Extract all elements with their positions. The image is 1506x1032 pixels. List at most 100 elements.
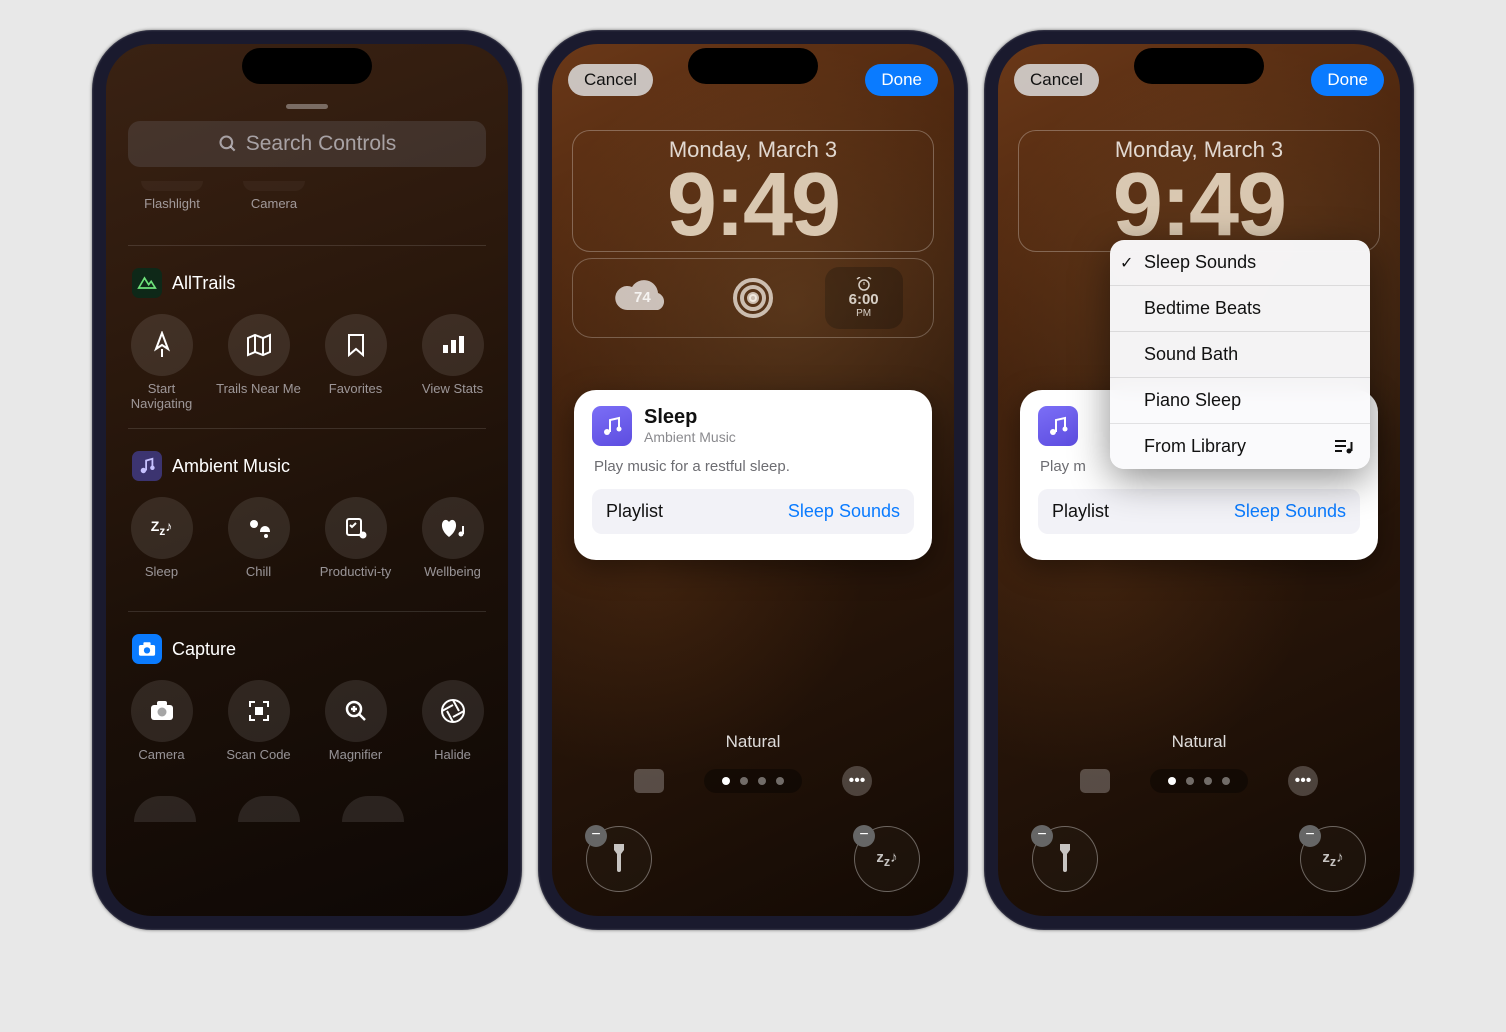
sleep-zzz-icon: Zz♪ (151, 518, 172, 538)
control-wellbeing[interactable]: Wellbeing (409, 497, 496, 595)
search-controls-field[interactable]: Search Controls (128, 121, 486, 167)
sun-cloud-note-icon (246, 517, 272, 539)
sleep-zzz-icon: zz♪ (876, 849, 897, 869)
lockscreen-time: 9:49 (583, 163, 923, 249)
section-title: AllTrails (172, 273, 235, 294)
more-button[interactable]: ••• (1288, 766, 1318, 796)
dropdown-item-sleep-sounds[interactable]: ✓ Sleep Sounds (1110, 240, 1370, 286)
remove-badge-icon[interactable]: − (853, 825, 875, 847)
activity-widget[interactable] (714, 267, 792, 329)
magnifier-plus-icon (344, 699, 368, 723)
ambient-music-app-icon (1038, 406, 1078, 446)
control-productivity[interactable]: Productivi-ty (312, 497, 399, 595)
navigate-icon (150, 331, 174, 359)
playlist-icon (1334, 439, 1354, 455)
camera-icon (138, 642, 156, 657)
phone-frame-1: Search Controls Flashlight Camera AllTra… (92, 30, 522, 930)
alltrails-app-icon (132, 268, 162, 298)
done-button[interactable]: Done (865, 64, 938, 96)
control-placeholder[interactable] (326, 796, 420, 822)
control-placeholder[interactable] (118, 796, 212, 822)
bars-icon (441, 335, 465, 355)
date-time-widget-slot[interactable]: Monday, March 3 9:49 (572, 130, 934, 252)
phone-frame-2: Cancel Done Monday, March 3 9:49 74 6:00… (538, 30, 968, 930)
divider (128, 611, 486, 612)
control-trails-near-me[interactable]: Trails Near Me (215, 314, 302, 412)
control-view-stats[interactable]: View Stats (409, 314, 496, 412)
remove-badge-icon[interactable]: − (1299, 825, 1321, 847)
section-title: Capture (172, 639, 236, 660)
quick-action-sleep-sound[interactable]: − zz♪ (854, 826, 920, 892)
dropdown-item-bedtime-beats[interactable]: Bedtime Beats (1110, 286, 1370, 332)
weather-widget[interactable]: 74 (603, 267, 681, 329)
card-title (1090, 406, 1096, 429)
capture-controls-row: Camera Scan Code Magnifier Halide (106, 674, 508, 786)
checklist-note-icon (344, 516, 368, 540)
heart-note-icon (440, 517, 466, 539)
clock-widget[interactable]: 6:00 PM (825, 267, 903, 329)
lockscreen-time: 9:49 (1029, 163, 1369, 249)
more-button[interactable]: ••• (842, 766, 872, 796)
section-header-alltrails: AllTrails (106, 254, 508, 308)
controls-gallery-screen: Search Controls Flashlight Camera AllTra… (106, 44, 508, 916)
control-chill[interactable]: Chill (215, 497, 302, 595)
quick-action-flashlight[interactable]: − (586, 826, 652, 892)
ambient-music-app-icon (592, 406, 632, 446)
control-flashlight[interactable]: Flashlight (132, 181, 212, 227)
cancel-button[interactable]: Cancel (568, 64, 653, 96)
control-config-card: Sleep Ambient Music Play music for a res… (574, 390, 932, 560)
playlist-dropdown: ✓ Sleep Sounds Bedtime Beats Sound Bath … (1110, 240, 1370, 469)
remove-badge-icon[interactable]: − (1031, 825, 1053, 847)
control-halide[interactable]: Halide (409, 680, 496, 778)
wallpaper-thumbnail[interactable] (1080, 769, 1110, 793)
bookmark-icon (347, 333, 365, 357)
lockscreen-style-footer: Natural ••• (998, 732, 1400, 796)
checkmark-icon: ✓ (1120, 253, 1133, 273)
sheet-grabber[interactable] (286, 104, 328, 109)
control-camera[interactable]: Camera (234, 181, 314, 227)
section-title: Ambient Music (172, 456, 290, 477)
alarm-icon (854, 277, 874, 291)
control-camera[interactable]: Camera (118, 680, 205, 778)
picker-label: Playlist (606, 501, 663, 522)
dynamic-island (688, 48, 818, 84)
wallpaper-thumbnail[interactable] (634, 769, 664, 793)
control-sleep[interactable]: Zz♪ Sleep (118, 497, 205, 595)
quick-actions-row: − − zz♪ (552, 826, 954, 892)
capture-controls-row-2 (106, 790, 508, 830)
aperture-icon (440, 698, 466, 724)
date-time-widget-slot[interactable]: Monday, March 3 9:49 (1018, 130, 1380, 252)
style-pager[interactable] (704, 769, 802, 793)
picker-value: Sleep Sounds (1234, 501, 1346, 522)
dropdown-item-piano-sleep[interactable]: Piano Sleep (1110, 378, 1370, 424)
dropdown-item-from-library[interactable]: From Library (1110, 424, 1370, 469)
picker-label: Playlist (1052, 501, 1109, 522)
cancel-button[interactable]: Cancel (1014, 64, 1099, 96)
card-description: Play music for a restful sleep. (594, 458, 912, 475)
music-note-icon (601, 415, 623, 437)
widgets-row[interactable]: 74 6:00 PM (572, 258, 934, 338)
control-favorites[interactable]: Favorites (312, 314, 399, 412)
playlist-picker[interactable]: Playlist Sleep Sounds (592, 489, 914, 534)
control-scan-code[interactable]: Scan Code (215, 680, 302, 778)
capture-app-icon (132, 634, 162, 664)
card-subtitle (1090, 429, 1096, 445)
sleep-zzz-icon: zz♪ (1322, 849, 1343, 869)
style-name: Natural (552, 732, 954, 752)
style-pager[interactable] (1150, 769, 1248, 793)
mountain-icon (137, 276, 157, 290)
card-subtitle: Ambient Music (644, 429, 736, 445)
control-magnifier[interactable]: Magnifier (312, 680, 399, 778)
done-button[interactable]: Done (1311, 64, 1384, 96)
quick-action-flashlight[interactable]: − (1032, 826, 1098, 892)
quick-action-sleep-sound[interactable]: − zz♪ (1300, 826, 1366, 892)
dropdown-item-sound-bath[interactable]: Sound Bath (1110, 332, 1370, 378)
phone-frame-3: Cancel Done Monday, March 3 9:49 Play m … (984, 30, 1414, 930)
picker-value: Sleep Sounds (788, 501, 900, 522)
control-placeholder[interactable] (222, 796, 316, 822)
control-start-navigating[interactable]: Start Navigating (118, 314, 205, 412)
divider (128, 428, 486, 429)
remove-badge-icon[interactable]: − (585, 825, 607, 847)
search-placeholder: Search Controls (246, 132, 397, 156)
playlist-picker[interactable]: Playlist Sleep Sounds (1038, 489, 1360, 534)
